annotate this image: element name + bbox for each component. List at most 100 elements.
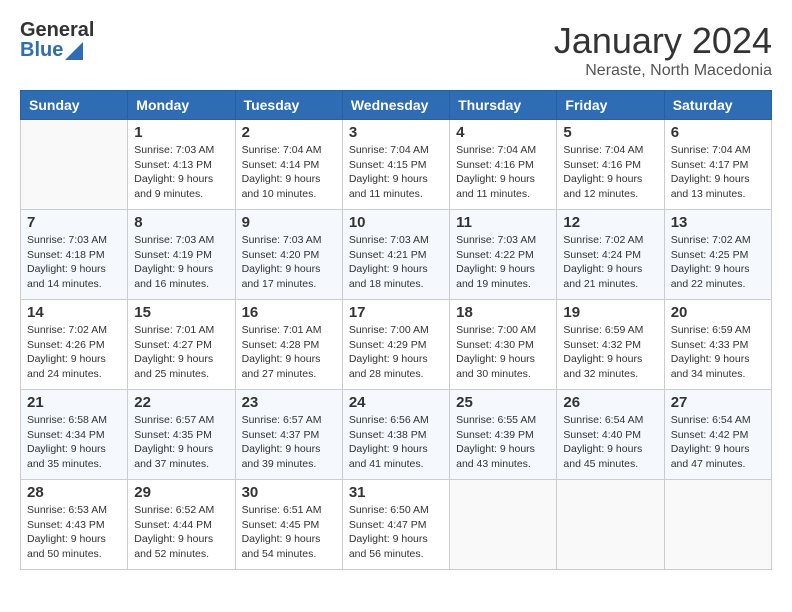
day-detail: Sunrise: 6:50 AMSunset: 4:47 PMDaylight:… xyxy=(349,503,443,562)
day-detail: Sunrise: 7:03 AMSunset: 4:21 PMDaylight:… xyxy=(349,233,443,292)
week-row-2: 7 Sunrise: 7:03 AMSunset: 4:18 PMDaylight… xyxy=(21,210,772,300)
calendar-cell: 2 Sunrise: 7:04 AMSunset: 4:14 PMDaylight… xyxy=(235,120,342,210)
calendar-cell: 6 Sunrise: 7:04 AMSunset: 4:17 PMDaylight… xyxy=(664,120,771,210)
day-detail: Sunrise: 6:57 AMSunset: 4:35 PMDaylight:… xyxy=(134,413,228,472)
calendar-cell: 19 Sunrise: 6:59 AMSunset: 4:32 PMDayligh… xyxy=(557,300,664,390)
day-detail: Sunrise: 7:01 AMSunset: 4:27 PMDaylight:… xyxy=(134,323,228,382)
day-number: 3 xyxy=(349,124,443,141)
calendar-cell: 31 Sunrise: 6:50 AMSunset: 4:47 PMDayligh… xyxy=(342,480,449,570)
header-day-friday: Friday xyxy=(557,91,664,120)
day-number: 26 xyxy=(563,394,657,411)
day-number: 20 xyxy=(671,304,765,321)
calendar-cell: 12 Sunrise: 7:02 AMSunset: 4:24 PMDayligh… xyxy=(557,210,664,300)
day-number: 21 xyxy=(27,394,121,411)
day-number: 18 xyxy=(456,304,550,321)
day-number: 6 xyxy=(671,124,765,141)
day-number: 28 xyxy=(27,484,121,501)
calendar-cell: 29Sunrise: 6:52 AMSunset: 4:44 PMDayligh… xyxy=(128,480,235,570)
day-number: 1 xyxy=(134,124,228,141)
day-detail: Sunrise: 6:54 AMSunset: 4:42 PMDaylight:… xyxy=(671,413,765,472)
calendar-cell: 11Sunrise: 7:03 AMSunset: 4:22 PMDayligh… xyxy=(450,210,557,300)
calendar-cell: 1 Sunrise: 7:03 AMSunset: 4:13 PMDaylight… xyxy=(128,120,235,210)
calendar-cell: 18 Sunrise: 7:00 AMSunset: 4:30 PMDayligh… xyxy=(450,300,557,390)
calendar-cell: 16 Sunrise: 7:01 AMSunset: 4:28 PMDayligh… xyxy=(235,300,342,390)
day-detail: Sunrise: 6:53 AMSunset: 4:43 PMDaylight:… xyxy=(27,503,121,562)
week-row-4: 21 Sunrise: 6:58 AMSunset: 4:34 PMDayligh… xyxy=(21,390,772,480)
day-detail: Sunrise: 7:03 AMSunset: 4:22 PMDaylight:… xyxy=(456,233,550,292)
day-number: 8 xyxy=(134,214,228,231)
day-detail: Sunrise: 7:04 AMSunset: 4:14 PMDaylight:… xyxy=(242,143,336,202)
calendar-cell xyxy=(557,480,664,570)
week-row-3: 14 Sunrise: 7:02 AMSunset: 4:26 PMDayligh… xyxy=(21,300,772,390)
day-number: 22 xyxy=(134,394,228,411)
day-number: 27 xyxy=(671,394,765,411)
logo-general: General xyxy=(20,20,94,40)
day-detail: Sunrise: 7:03 AMSunset: 4:20 PMDaylight:… xyxy=(242,233,336,292)
calendar-cell: 26 Sunrise: 6:54 AMSunset: 4:40 PMDayligh… xyxy=(557,390,664,480)
day-detail: Sunrise: 7:03 AMSunset: 4:19 PMDaylight:… xyxy=(134,233,228,292)
day-number: 25 xyxy=(456,394,550,411)
day-detail: Sunrise: 7:01 AMSunset: 4:28 PMDaylight:… xyxy=(242,323,336,382)
location-title: Neraste, North Macedonia xyxy=(554,62,772,80)
week-row-5: 28 Sunrise: 6:53 AMSunset: 4:43 PMDayligh… xyxy=(21,480,772,570)
day-detail: Sunrise: 6:56 AMSunset: 4:38 PMDaylight:… xyxy=(349,413,443,472)
day-number: 31 xyxy=(349,484,443,501)
day-number: 30 xyxy=(242,484,336,501)
day-detail: Sunrise: 7:04 AMSunset: 4:15 PMDaylight:… xyxy=(349,143,443,202)
day-number: 17 xyxy=(349,304,443,321)
header-day-wednesday: Wednesday xyxy=(342,91,449,120)
calendar-cell: 3 Sunrise: 7:04 AMSunset: 4:15 PMDaylight… xyxy=(342,120,449,210)
calendar-cell: 20 Sunrise: 6:59 AMSunset: 4:33 PMDayligh… xyxy=(664,300,771,390)
day-detail: Sunrise: 7:04 AMSunset: 4:16 PMDaylight:… xyxy=(456,143,550,202)
day-detail: Sunrise: 6:54 AMSunset: 4:40 PMDaylight:… xyxy=(563,413,657,472)
calendar-header: SundayMondayTuesdayWednesdayThursdayFrid… xyxy=(21,91,772,120)
day-number: 12 xyxy=(563,214,657,231)
calendar-cell xyxy=(450,480,557,570)
day-number: 19 xyxy=(563,304,657,321)
header-row: SundayMondayTuesdayWednesdayThursdayFrid… xyxy=(21,91,772,120)
calendar-table: SundayMondayTuesdayWednesdayThursdayFrid… xyxy=(20,90,772,570)
day-number: 2 xyxy=(242,124,336,141)
calendar-cell: 28 Sunrise: 6:53 AMSunset: 4:43 PMDayligh… xyxy=(21,480,128,570)
day-number: 10 xyxy=(349,214,443,231)
day-detail: Sunrise: 7:00 AMSunset: 4:30 PMDaylight:… xyxy=(456,323,550,382)
logo-triangle-icon xyxy=(65,42,83,60)
calendar-cell: 15Sunrise: 7:01 AMSunset: 4:27 PMDayligh… xyxy=(128,300,235,390)
header-day-monday: Monday xyxy=(128,91,235,120)
day-detail: Sunrise: 7:04 AMSunset: 4:17 PMDaylight:… xyxy=(671,143,765,202)
day-detail: Sunrise: 6:59 AMSunset: 4:33 PMDaylight:… xyxy=(671,323,765,382)
day-detail: Sunrise: 6:52 AMSunset: 4:44 PMDaylight:… xyxy=(134,503,228,562)
day-detail: Sunrise: 6:58 AMSunset: 4:34 PMDaylight:… xyxy=(27,413,121,472)
calendar-cell: 25Sunrise: 6:55 AMSunset: 4:39 PMDayligh… xyxy=(450,390,557,480)
header-day-thursday: Thursday xyxy=(450,91,557,120)
page-header: General Blue January 2024 Neraste, North… xyxy=(20,20,772,80)
day-number: 24 xyxy=(349,394,443,411)
day-number: 14 xyxy=(27,304,121,321)
calendar-cell xyxy=(21,120,128,210)
day-number: 9 xyxy=(242,214,336,231)
calendar-cell: 9 Sunrise: 7:03 AMSunset: 4:20 PMDaylight… xyxy=(235,210,342,300)
calendar-cell: 30 Sunrise: 6:51 AMSunset: 4:45 PMDayligh… xyxy=(235,480,342,570)
day-detail: Sunrise: 7:02 AMSunset: 4:26 PMDaylight:… xyxy=(27,323,121,382)
day-detail: Sunrise: 7:03 AMSunset: 4:13 PMDaylight:… xyxy=(134,143,228,202)
day-detail: Sunrise: 6:59 AMSunset: 4:32 PMDaylight:… xyxy=(563,323,657,382)
day-detail: Sunrise: 6:51 AMSunset: 4:45 PMDaylight:… xyxy=(242,503,336,562)
day-number: 16 xyxy=(242,304,336,321)
day-detail: Sunrise: 7:02 AMSunset: 4:24 PMDaylight:… xyxy=(563,233,657,292)
logo-blue: Blue xyxy=(20,40,63,60)
calendar-cell: 22 Sunrise: 6:57 AMSunset: 4:35 PMDayligh… xyxy=(128,390,235,480)
day-detail: Sunrise: 6:57 AMSunset: 4:37 PMDaylight:… xyxy=(242,413,336,472)
calendar-cell: 7 Sunrise: 7:03 AMSunset: 4:18 PMDaylight… xyxy=(21,210,128,300)
day-number: 5 xyxy=(563,124,657,141)
calendar-cell: 8 Sunrise: 7:03 AMSunset: 4:19 PMDaylight… xyxy=(128,210,235,300)
calendar-cell: 17Sunrise: 7:00 AMSunset: 4:29 PMDayligh… xyxy=(342,300,449,390)
calendar-cell: 23Sunrise: 6:57 AMSunset: 4:37 PMDayligh… xyxy=(235,390,342,480)
calendar-cell: 27 Sunrise: 6:54 AMSunset: 4:42 PMDayligh… xyxy=(664,390,771,480)
day-number: 7 xyxy=(27,214,121,231)
day-number: 4 xyxy=(456,124,550,141)
day-detail: Sunrise: 7:02 AMSunset: 4:25 PMDaylight:… xyxy=(671,233,765,292)
calendar-cell xyxy=(664,480,771,570)
day-detail: Sunrise: 7:03 AMSunset: 4:18 PMDaylight:… xyxy=(27,233,121,292)
calendar-cell: 13Sunrise: 7:02 AMSunset: 4:25 PMDayligh… xyxy=(664,210,771,300)
calendar-cell: 10 Sunrise: 7:03 AMSunset: 4:21 PMDayligh… xyxy=(342,210,449,300)
